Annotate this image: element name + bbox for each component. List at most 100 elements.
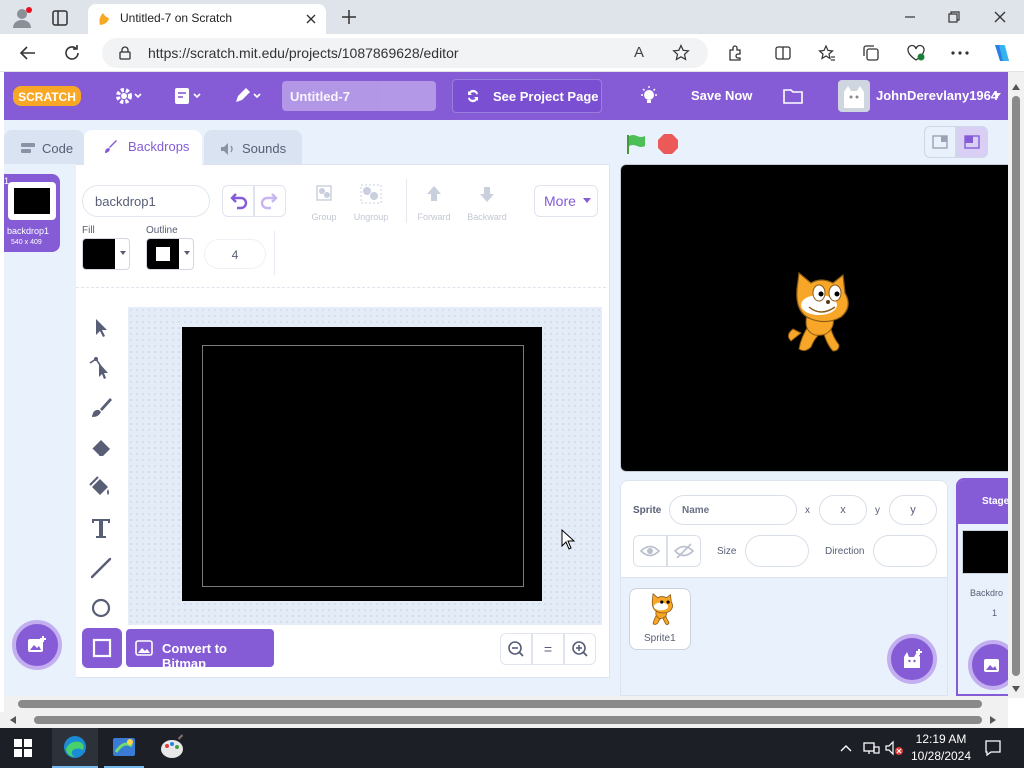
hide-sprite-button[interactable] [667,535,701,567]
sprite1-on-stage[interactable] [781,271,857,357]
minimize-icon[interactable] [902,10,918,24]
sprite-name-input[interactable]: Name [669,495,797,525]
network-icon[interactable] [862,740,880,756]
browser-tab-active[interactable]: Untitled-7 on Scratch [88,4,326,34]
lock-icon[interactable] [118,46,132,60]
extensions-icon[interactable] [726,44,744,62]
size-input[interactable] [745,535,809,567]
outline-color-picker[interactable] [146,238,194,270]
see-project-page-button[interactable]: See Project Page [452,79,602,113]
close-tab-icon[interactable] [304,12,318,26]
close-window-icon[interactable] [992,9,1008,25]
restore-icon[interactable] [946,9,962,25]
collections-icon[interactable] [862,44,880,62]
zoom-in-button[interactable] [564,633,596,665]
brush-tool-icon[interactable] [88,395,114,421]
settings-menu-icon[interactable] [114,86,144,106]
show-sprite-button[interactable] [633,535,667,567]
tab-sounds[interactable]: Sounds [204,130,302,166]
backward-button[interactable]: Backward [462,183,512,223]
vertical-scroll-thumb[interactable] [1012,96,1020,676]
costume-tile[interactable]: 1 backdrop1 540 x 409 [4,174,60,252]
split-screen-icon[interactable] [774,44,792,62]
fill-color-picker[interactable] [82,238,130,270]
scroll-left-arrow-icon[interactable] [10,716,16,724]
new-tab-icon[interactable] [340,8,358,26]
y-input[interactable]: y [889,495,937,525]
read-aloud-icon[interactable]: A [634,44,644,61]
scratch-logo[interactable]: SCRATCH [12,83,82,109]
user-avatar[interactable] [838,80,870,112]
undo-button[interactable] [222,185,254,217]
taskbar-date[interactable]: 10/28/2024 [908,749,974,763]
inner-horizontal-scrollbar[interactable] [4,696,1008,712]
my-stuff-folder-icon[interactable] [782,86,804,106]
file-menu-icon[interactable] [172,86,204,106]
inner-horizontal-scroll-thumb[interactable] [18,700,982,708]
convert-to-bitmap-button[interactable]: Convert to Bitmap [126,629,274,671]
choose-sprite-button[interactable] [887,634,937,684]
small-stage-button[interactable] [924,126,956,158]
select-tool-icon[interactable] [88,315,114,341]
direction-input[interactable] [873,535,937,567]
notifications-icon[interactable] [984,739,1002,757]
copilot-icon[interactable] [990,41,1014,65]
group-button[interactable]: Group [304,183,344,223]
favorite-star-icon[interactable] [672,44,690,62]
rectangle-shape[interactable] [202,345,524,587]
outline-width-input[interactable]: 4 [204,239,266,269]
stop-icon[interactable] [656,132,680,156]
save-now-button[interactable]: Save Now [691,88,752,103]
show-hidden-icons-chevron-icon[interactable] [840,743,852,753]
choose-stage-backdrop-button[interactable] [968,640,1010,690]
forward-button[interactable]: Forward [412,183,456,223]
backdrop-canvas[interactable] [182,327,542,601]
taskbar-time[interactable]: 12:19 AM [914,732,968,746]
costume-name-input[interactable]: backdrop1 [82,185,210,217]
tab-code[interactable]: Code [4,130,84,166]
fill-tool-icon[interactable] [88,475,114,501]
project-title-input[interactable]: Untitled-7 [282,81,436,111]
more-button[interactable]: More [534,185,598,217]
horizontal-scrollbar[interactable] [0,712,1008,728]
x-input[interactable]: x [819,495,867,525]
stage-selector[interactable]: Stage Backdro 1 [956,478,1012,696]
browser-essentials-icon[interactable] [906,44,926,62]
profile-icon[interactable] [10,6,34,30]
text-tool-icon[interactable] [88,515,114,541]
windows-start-icon[interactable] [14,739,32,757]
sprite-tile[interactable]: Sprite1 [629,588,691,650]
redo-button[interactable] [254,185,286,217]
username-label[interactable]: JohnDerevlany1964 [876,88,998,103]
tab-backdrops[interactable]: Backdrops [84,130,202,166]
app-taskbar-icon[interactable] [104,728,144,768]
scroll-right-arrow-icon[interactable] [990,716,996,724]
url-box[interactable]: https://scratch.mit.edu/projects/1087869… [102,38,708,68]
account-chevron-down-icon[interactable] [992,92,1002,100]
circle-tool-icon[interactable] [88,595,114,621]
green-flag-icon[interactable] [624,132,648,156]
edge-taskbar-icon[interactable] [52,728,98,768]
large-stage-button[interactable] [956,126,988,158]
edit-menu-icon[interactable] [232,86,264,106]
back-icon[interactable] [18,43,38,63]
vertical-scrollbar[interactable] [1008,72,1024,698]
ungroup-button[interactable]: Ungroup [348,183,394,223]
line-tool-icon[interactable] [88,555,114,581]
rectangle-tool-icon[interactable] [82,628,122,668]
more-options-icon[interactable] [950,50,970,56]
canvas-area[interactable] [128,307,602,625]
horizontal-scroll-thumb[interactable] [34,716,982,724]
refresh-icon[interactable] [62,43,82,63]
lightbulb-icon[interactable] [638,85,660,107]
scroll-down-arrow-icon[interactable] [1012,686,1020,692]
reshape-tool-icon[interactable] [88,355,114,381]
eraser-tool-icon[interactable] [88,435,114,461]
tab-actions-icon[interactable] [50,8,70,28]
scroll-up-arrow-icon[interactable] [1012,84,1020,90]
url-text[interactable]: https://scratch.mit.edu/projects/1087869… [148,45,459,61]
zoom-reset-button[interactable]: = [532,633,564,665]
favorites-icon[interactable] [818,44,836,62]
zoom-out-button[interactable] [500,633,532,665]
stage[interactable] [620,164,1012,472]
